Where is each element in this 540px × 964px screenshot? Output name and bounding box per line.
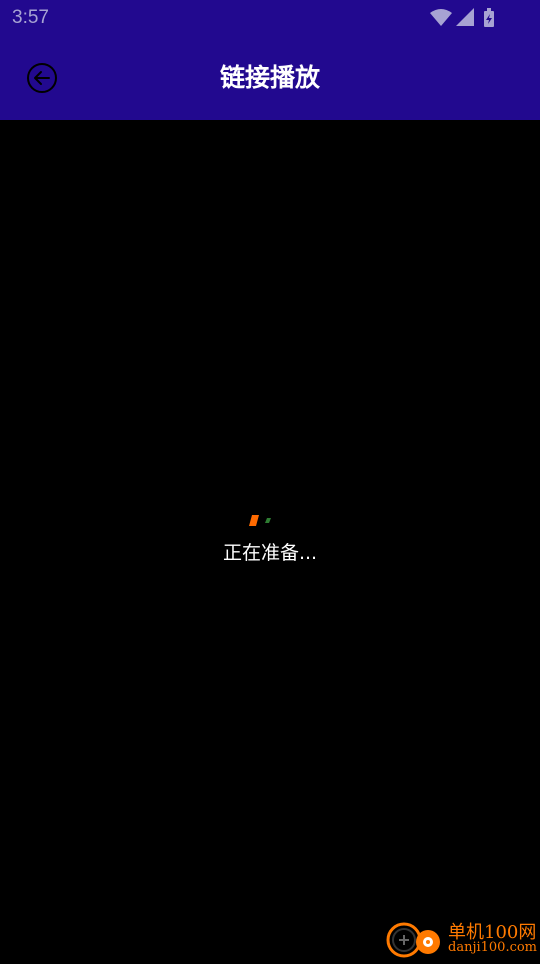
battery-charging-icon: [484, 8, 494, 27]
status-time: 3:57: [12, 7, 49, 29]
status-bar: 3:57: [0, 0, 540, 36]
spinner-segment-orange: [249, 515, 259, 526]
back-arrow-circle-icon: [24, 60, 60, 96]
back-button[interactable]: [24, 60, 60, 96]
video-player[interactable]: 正在准备...: [0, 120, 540, 960]
loading-text: 正在准备...: [0, 538, 540, 565]
loading-spinner: [248, 512, 278, 526]
wifi-icon: [430, 9, 452, 26]
status-icons: [430, 8, 500, 28]
spinner-segment-green: [265, 518, 271, 523]
page-title: 链接播放: [0, 36, 540, 120]
cellular-signal-icon: [456, 8, 474, 26]
app-bar: 链接播放: [0, 36, 540, 120]
watermark: 单机100网 danji100.com: [386, 916, 536, 960]
watermark-logo-icon: [386, 918, 444, 960]
watermark-url: danji100.com: [448, 940, 537, 955]
